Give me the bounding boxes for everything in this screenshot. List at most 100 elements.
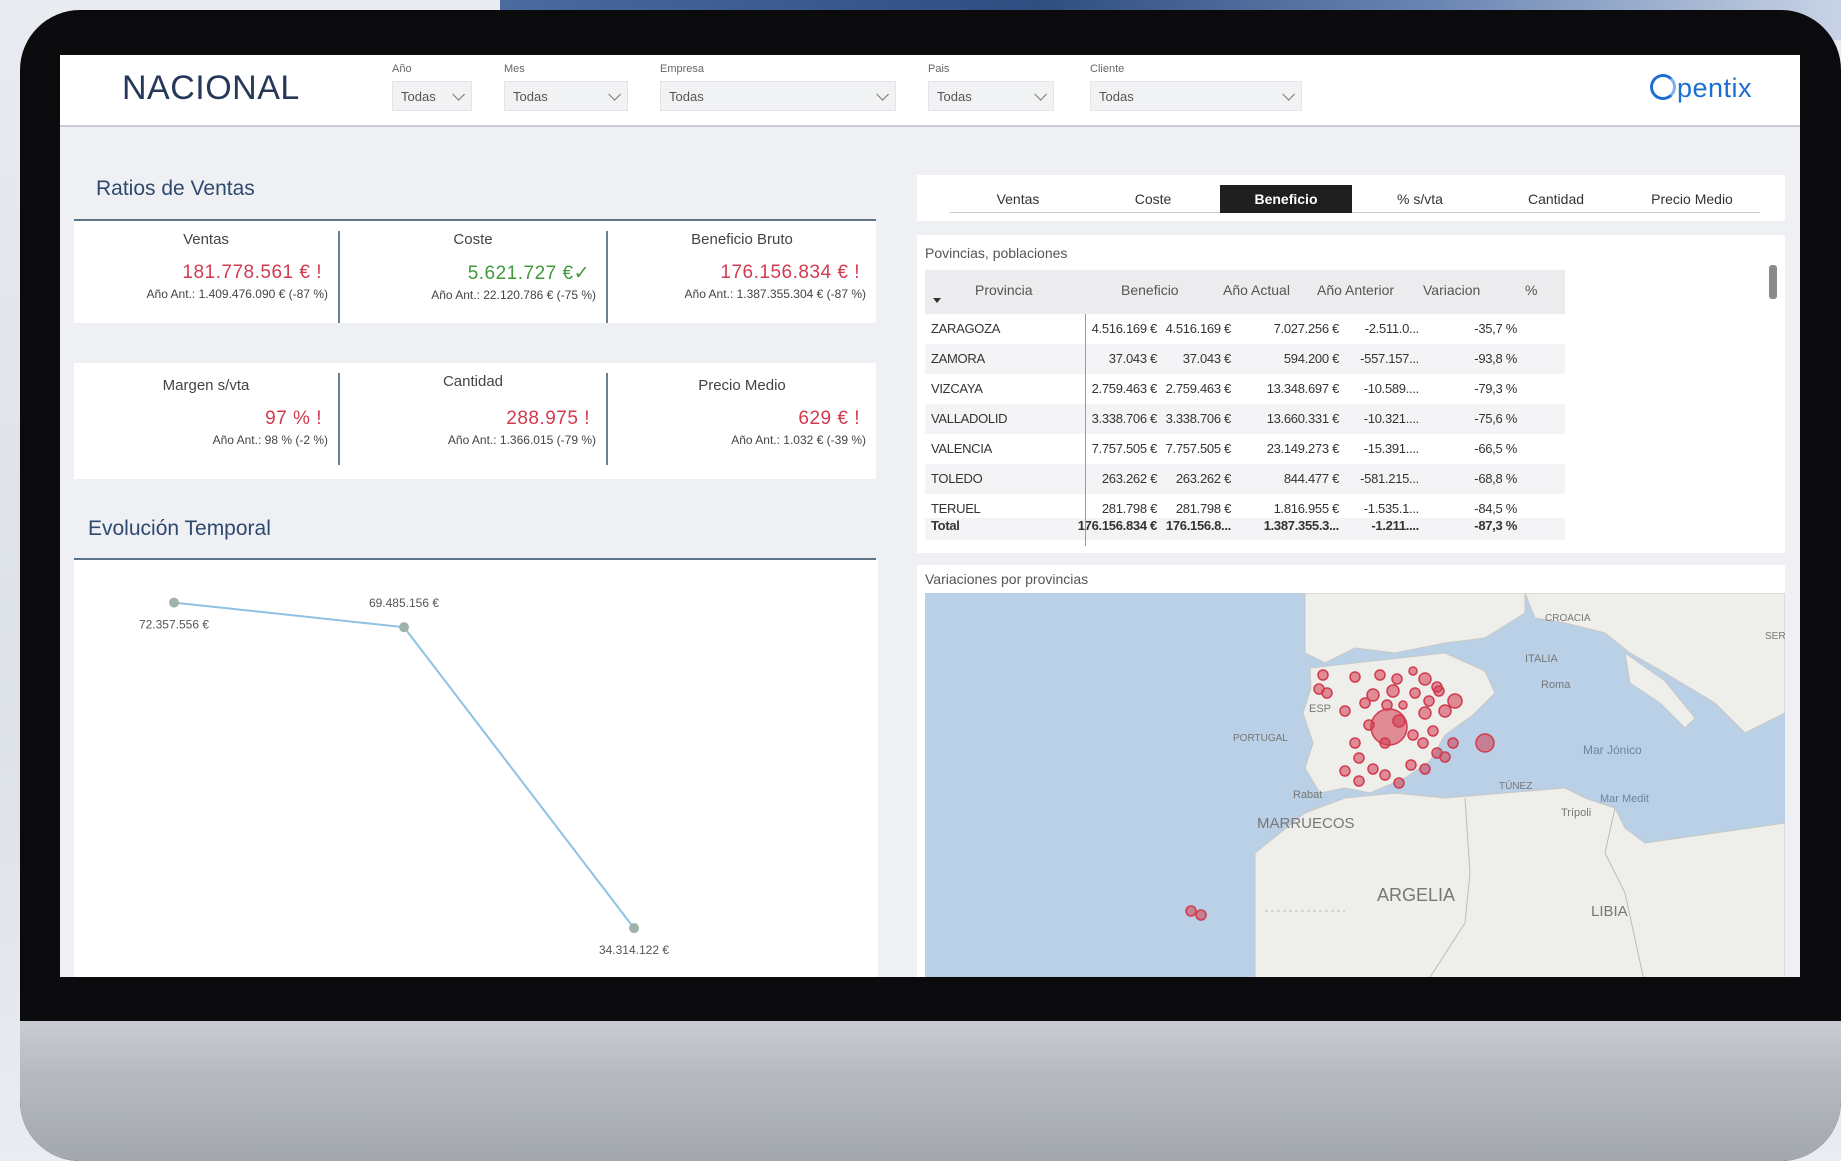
slicer-value: Todas [669, 88, 704, 104]
province-bubble[interactable] [1433, 685, 1445, 697]
province-bubble[interactable] [1407, 729, 1419, 741]
province-bubble[interactable] [1339, 705, 1351, 717]
slicer-label: Mes [504, 63, 525, 75]
slicer-mes[interactable]: Mes Todas [504, 63, 628, 111]
data-point[interactable] [629, 923, 639, 934]
slicer-cliente[interactable]: Cliente Todas [1090, 63, 1302, 111]
province-bubble[interactable] [1195, 909, 1207, 921]
slicer-pais[interactable]: Pais Todas [928, 63, 1054, 111]
sort-desc-icon[interactable] [933, 298, 941, 303]
province-bubble[interactable] [1418, 706, 1432, 720]
slicer-label: Año [392, 63, 412, 75]
map-label-marruecos: MARRUECOS [1257, 815, 1355, 832]
tab-cantidad[interactable]: Cantidad [1488, 185, 1624, 213]
province-bubble[interactable] [1317, 669, 1329, 681]
province-bubble[interactable] [1405, 759, 1417, 771]
province-bubble[interactable] [1353, 775, 1365, 787]
tab-precio-medio[interactable]: Precio Medio [1624, 185, 1760, 213]
province-bubble[interactable] [1408, 666, 1418, 676]
slicer-dropdown[interactable]: Todas [928, 81, 1054, 111]
kpi-value: 176.156.834 € ! [720, 262, 860, 283]
data-point[interactable] [169, 597, 179, 608]
table-scrollbar[interactable] [1769, 265, 1777, 299]
table-row[interactable]: VALLADOLID 3.338.706 €3.338.706 €13.660.3… [925, 404, 1565, 434]
province-bubble[interactable] [1379, 769, 1391, 781]
col-beneficio[interactable]: Beneficio [1121, 282, 1179, 298]
table-cell: -10.589.... [1363, 381, 1420, 396]
tab-coste[interactable]: Coste [1086, 185, 1220, 213]
province-bubble[interactable] [1363, 719, 1375, 731]
province-bubble[interactable] [1438, 704, 1452, 718]
slicer-label: Pais [928, 63, 950, 75]
province-bubble[interactable] [1475, 733, 1495, 753]
table-row[interactable]: ZAMORA 37.043 €37.043 €594.200 € -557.157.… [925, 344, 1565, 374]
col-variacion[interactable]: Variacion [1423, 282, 1480, 298]
kpi-value: 97 % ! [265, 408, 322, 429]
map-canvas[interactable]: CROACIA SERB ITALIA Roma Mar Jónico TÚNE… [925, 593, 1785, 977]
slicer-dropdown[interactable]: Todas [660, 81, 896, 111]
province-bubble[interactable] [1349, 671, 1361, 683]
province-bubble[interactable] [1366, 688, 1380, 702]
province-bubble[interactable] [1419, 763, 1431, 775]
table-row[interactable]: VIZCAYA 2.759.463 €2.759.463 €13.348.697 … [925, 374, 1565, 404]
map-label-portugal: PORTUGAL [1233, 733, 1288, 744]
kpi-title: Beneficio Bruto [691, 231, 793, 248]
col-ano-anterior[interactable]: Año Anterior [1317, 282, 1394, 298]
table-cell: 13.348.697 € [1266, 381, 1340, 396]
table-cell: 176.156.8... [1165, 518, 1231, 533]
col-pct[interactable]: % [1525, 282, 1537, 298]
tab-ventas[interactable]: Ventas [950, 185, 1086, 213]
table-total-row[interactable]: Total 176.156.834 €176.156.8... 1.387.355.… [925, 518, 1565, 540]
province-bubble[interactable] [1386, 684, 1400, 698]
table-cell: 281.798 € [1175, 501, 1231, 516]
slicer-dropdown[interactable]: Todas [504, 81, 628, 111]
province-bubble[interactable] [1185, 905, 1197, 917]
col-ano-actual[interactable]: Año Actual [1223, 282, 1290, 298]
map-caption: Variaciones por provincias [925, 571, 1089, 587]
kpi-title: Ventas [183, 231, 229, 248]
province-bubble[interactable] [1393, 777, 1405, 789]
province-bubble[interactable] [1427, 725, 1439, 737]
table-cell: -66,5 % [1474, 441, 1517, 456]
province-bubble[interactable] [1379, 737, 1391, 749]
chevron-down-icon [876, 87, 889, 101]
slicer-ano[interactable]: Año Todas [392, 63, 472, 111]
table-cell: -87,3 % [1474, 518, 1517, 533]
slicer-empresa[interactable]: Empresa Todas [660, 63, 896, 111]
tab-pct-svta[interactable]: % s/vta [1352, 185, 1488, 213]
col-provincia[interactable]: Provincia [975, 282, 1033, 298]
table-row[interactable]: ZARAGOZA 4.516.169 €4.516.169 €7.027.256 … [925, 314, 1565, 344]
province-bubble[interactable] [1417, 737, 1429, 749]
province-bubble[interactable] [1423, 695, 1435, 707]
province-bubble[interactable] [1392, 714, 1406, 728]
province-bubble[interactable] [1418, 672, 1432, 686]
table-cell: 23.149.273 € [1266, 441, 1340, 456]
slicer-dropdown[interactable]: Todas [1090, 81, 1302, 111]
province-bubble[interactable] [1339, 765, 1351, 777]
evolution-chart: 72.357.556 € 69.485.156 € 34.314.122 € [74, 560, 878, 977]
map-label-mar-medit: Mar Medit [1600, 793, 1649, 805]
province-bubble[interactable] [1398, 700, 1408, 710]
province-bubble[interactable] [1367, 763, 1379, 775]
table-row[interactable]: VALENCIA 7.757.505 €7.757.505 €23.149.273… [925, 434, 1565, 464]
tab-beneficio[interactable]: Beneficio [1220, 185, 1352, 213]
province-bubble[interactable] [1353, 752, 1365, 764]
table-cell: 37.043 € [1182, 351, 1232, 366]
data-point[interactable] [399, 622, 409, 633]
table-row[interactable]: TOLEDO 263.262 €263.262 €844.477 € -581.21… [925, 464, 1565, 494]
table-cell: -10.321.... [1363, 411, 1420, 426]
table-cell: 1.816.955 € [1273, 501, 1340, 516]
province-bubble[interactable] [1439, 751, 1451, 763]
table-cell: 7.027.256 € [1273, 321, 1340, 336]
table-cell: ZARAGOZA [931, 321, 1001, 336]
slicer-dropdown[interactable]: Todas [392, 81, 472, 111]
map-label-rabat: Rabat [1293, 789, 1323, 801]
province-bubble[interactable] [1374, 669, 1386, 681]
province-bubble[interactable] [1391, 673, 1403, 685]
province-bubble[interactable] [1321, 687, 1333, 699]
province-bubble[interactable] [1447, 737, 1459, 749]
province-bubble[interactable] [1409, 687, 1421, 699]
table-cell: -1.535.1... [1363, 501, 1420, 516]
province-bubble[interactable] [1447, 693, 1463, 709]
province-bubble[interactable] [1349, 737, 1361, 749]
